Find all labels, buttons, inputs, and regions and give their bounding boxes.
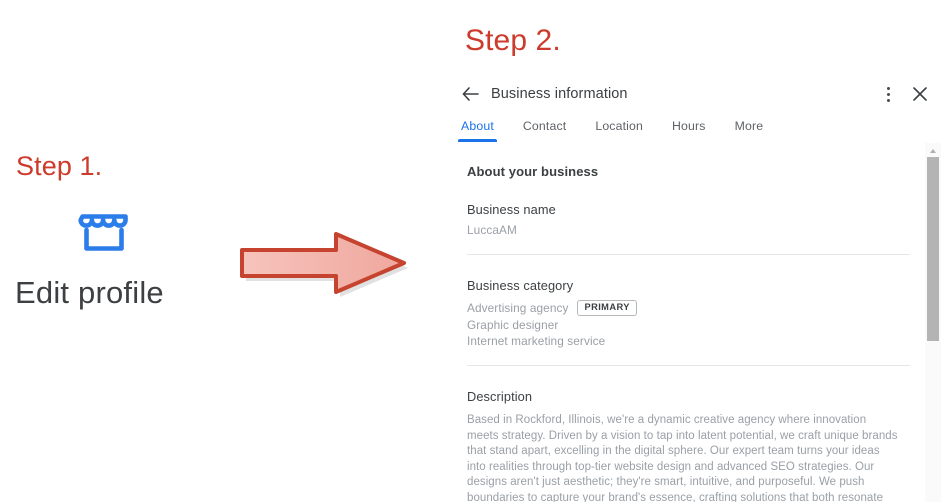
tab-hours[interactable]: Hours xyxy=(672,119,706,142)
primary-category-row[interactable]: Advertising agency PRIMARY xyxy=(467,300,913,316)
step-1-label: Step 1. xyxy=(16,151,103,181)
business-name-value[interactable]: LuccaAM xyxy=(467,223,913,237)
step-2-label: Step 2. xyxy=(465,24,561,57)
right-arrow-annotation xyxy=(236,228,412,298)
close-icon[interactable] xyxy=(910,84,930,104)
tab-bar: About Contact Location Hours More xyxy=(458,119,792,147)
more-dot xyxy=(886,99,890,102)
about-tab-content: About your business Business name LuccaA… xyxy=(467,148,913,502)
primary-category-name: Advertising agency xyxy=(467,301,569,315)
tab-more[interactable]: More xyxy=(735,119,764,142)
business-category-label: Business category xyxy=(467,278,574,293)
description-label: Description xyxy=(467,389,533,404)
vertical-scrollbar[interactable] xyxy=(925,143,941,502)
panel-scroll-body: About your business Business name LuccaA… xyxy=(440,148,952,502)
tab-location[interactable]: Location xyxy=(595,119,643,142)
scroll-up-arrow-icon[interactable] xyxy=(925,143,941,157)
additional-category[interactable]: Internet marketing service xyxy=(467,334,913,348)
about-section-heading: About your business xyxy=(467,164,599,179)
back-arrow-icon[interactable] xyxy=(460,83,482,105)
panel-header: Business information xyxy=(440,72,952,114)
tab-about[interactable]: About xyxy=(458,119,497,142)
storefront-icon xyxy=(76,206,132,258)
more-vert-icon[interactable] xyxy=(878,83,898,105)
business-information-panel: Business information About Contact Locat… xyxy=(440,72,952,502)
primary-badge: PRIMARY xyxy=(577,300,637,316)
edit-profile-label: Edit profile xyxy=(15,275,164,310)
tab-contact[interactable]: Contact xyxy=(523,119,566,142)
more-dot xyxy=(886,87,890,90)
divider xyxy=(467,254,910,255)
business-name-label: Business name xyxy=(467,202,556,217)
scroll-thumb[interactable] xyxy=(927,157,939,341)
description-text[interactable]: Based in Rockford, Illinois, we're a dyn… xyxy=(467,413,899,502)
panel-title: Business information xyxy=(491,86,628,102)
more-dot xyxy=(886,93,890,96)
divider xyxy=(467,365,910,366)
additional-category[interactable]: Graphic designer xyxy=(467,318,913,332)
